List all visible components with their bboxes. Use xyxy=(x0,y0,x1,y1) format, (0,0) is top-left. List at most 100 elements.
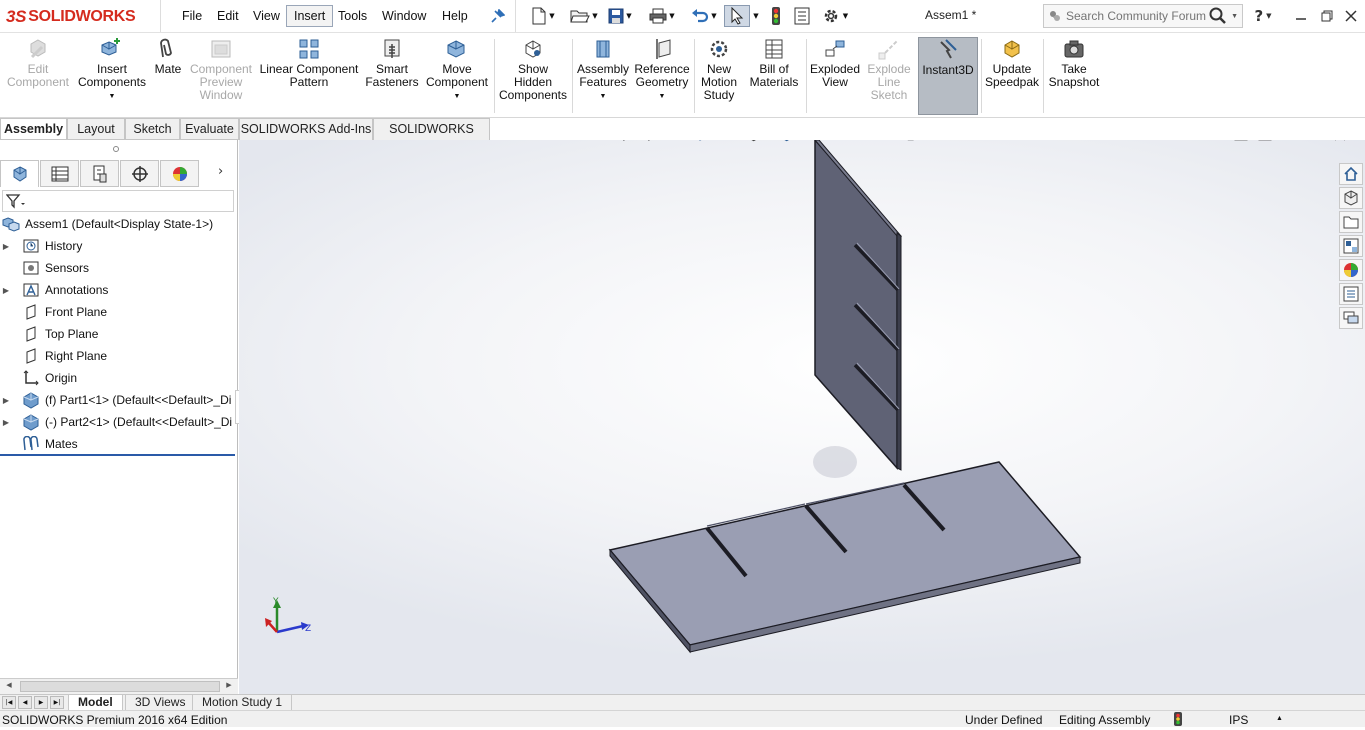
view-palette-icon[interactable] xyxy=(1339,235,1363,257)
tree-horizontal-scrollbar[interactable]: ◀ ▶ xyxy=(0,678,238,694)
menu-edit[interactable]: Edit xyxy=(210,5,246,27)
help-icon[interactable]: ? ▼ xyxy=(1252,6,1274,26)
menu-help[interactable]: Help xyxy=(435,5,475,27)
base-plate-part[interactable] xyxy=(608,461,1082,654)
pin-icon[interactable] xyxy=(488,5,508,27)
tab-solidworks-addins[interactable]: SOLIDWORKS Add-Ins xyxy=(239,118,373,140)
tree-item-history[interactable]: ▶ History xyxy=(0,235,238,257)
zoom-to-area-icon[interactable] xyxy=(645,140,667,143)
solidworks-logo[interactable]: 3S SOLIDWORKS xyxy=(6,6,136,28)
save-icon[interactable]: ▼ xyxy=(607,5,633,27)
search-dropdown[interactable]: ▼ xyxy=(1231,13,1238,20)
rebuild-icon[interactable] xyxy=(766,5,786,27)
insert-components-dropdown[interactable]: ▼ xyxy=(109,90,116,103)
new-motion-study-button[interactable]: New Motion Study xyxy=(698,37,740,115)
tab-model[interactable]: Model xyxy=(68,695,123,711)
filter-box[interactable] xyxy=(2,190,234,212)
expand-arrow-icon[interactable]: ▶ xyxy=(0,396,12,405)
tab-sketch[interactable]: Sketch xyxy=(125,118,180,140)
vertical-plate-part[interactable] xyxy=(814,140,903,471)
tree-item-right-plane[interactable]: Right Plane xyxy=(0,345,238,367)
insert-components-button[interactable]: Insert Components ▼ xyxy=(76,37,148,115)
tab-property-manager[interactable] xyxy=(40,160,79,187)
viewport-prev-icon[interactable] xyxy=(1234,140,1248,144)
first-tab-icon[interactable]: |◀ xyxy=(2,696,16,709)
select-dropdown[interactable]: ▼ xyxy=(751,5,761,27)
next-tab-icon[interactable]: ▶ xyxy=(34,696,48,709)
menu-tools[interactable]: Tools xyxy=(331,5,374,27)
tab-motion-study-1[interactable]: Motion Study 1 xyxy=(192,695,293,711)
zoom-to-fit-icon[interactable] xyxy=(620,140,642,143)
section-view-icon[interactable] xyxy=(695,140,717,143)
file-explorer-icon[interactable] xyxy=(1339,211,1363,233)
tree-item-mates[interactable]: Mates xyxy=(0,433,238,455)
view-settings-icon[interactable]: ▼ xyxy=(902,140,924,143)
tab-configuration-manager[interactable] xyxy=(80,160,119,187)
options-icon[interactable]: ▼ xyxy=(817,5,853,27)
menu-view[interactable]: View xyxy=(246,5,287,27)
tree-item-top-plane[interactable]: Top Plane xyxy=(0,323,238,345)
exploded-view-button[interactable]: Exploded View xyxy=(808,37,862,115)
tab-evaluate[interactable]: Evaluate xyxy=(180,118,239,140)
undo-icon[interactable]: ▼ xyxy=(686,5,722,27)
tab-3d-views[interactable]: 3D Views xyxy=(125,695,196,711)
custom-properties-icon[interactable] xyxy=(1339,283,1363,305)
show-hidden-components-button[interactable]: Show Hidden Components xyxy=(498,37,568,115)
smart-fasteners-button[interactable]: Smart Fasteners xyxy=(364,37,420,115)
move-component-button[interactable]: Move Component ▼ xyxy=(424,37,490,115)
assembly-features-button[interactable]: Assembly Features ▼ xyxy=(576,37,630,115)
reference-geometry-dropdown[interactable]: ▼ xyxy=(659,90,666,103)
solidworks-resources-icon[interactable] xyxy=(1339,163,1363,185)
file-properties-icon[interactable] xyxy=(792,5,812,27)
tree-item-part2[interactable]: ▶ (-) Part2<1> (Default<<Default>_Di xyxy=(0,411,238,433)
tab-feature-tree[interactable] xyxy=(0,160,39,187)
appearances-icon[interactable] xyxy=(1339,259,1363,281)
open-icon[interactable]: ▼ xyxy=(566,5,602,27)
edit-appearance-icon[interactable] xyxy=(844,140,866,143)
instant3d-button[interactable]: Instant3D xyxy=(918,37,978,115)
reference-geometry-button[interactable]: Reference Geometry ▼ xyxy=(632,37,692,115)
filter-icon[interactable] xyxy=(6,193,26,209)
view-orientation-icon[interactable]: ▼ xyxy=(745,140,767,143)
expand-arrow-icon[interactable]: ▶ xyxy=(0,418,12,427)
linear-component-pattern-button[interactable]: Linear Component Pattern xyxy=(258,37,360,115)
menu-file[interactable]: File xyxy=(175,5,209,27)
print-icon[interactable]: ▼ xyxy=(647,5,677,27)
restore-window-icon[interactable] xyxy=(1316,6,1338,26)
scroll-left-icon[interactable]: ◀ xyxy=(2,681,16,692)
tree-root-assembly[interactable]: Assem1 (Default<Display State-1>) xyxy=(2,213,240,235)
viewport-next-icon[interactable] xyxy=(1258,140,1272,144)
tab-assembly[interactable]: Assembly xyxy=(0,118,67,140)
display-style-icon[interactable]: ▼ xyxy=(778,140,800,143)
tab-display-manager[interactable] xyxy=(160,160,199,187)
tab-layout[interactable]: Layout xyxy=(67,118,125,140)
tab-solidworks-mbd[interactable]: SOLIDWORKS MBD xyxy=(373,118,490,157)
scrollbar-thumb[interactable] xyxy=(20,681,220,692)
scroll-right-icon[interactable]: ▶ xyxy=(222,681,236,692)
viewport-minimize-icon[interactable] xyxy=(1290,140,1302,144)
hide-show-items-icon[interactable]: ▼ xyxy=(811,140,833,143)
menu-insert[interactable]: Insert xyxy=(286,5,334,27)
tab-dimxpert-manager[interactable] xyxy=(120,160,159,187)
viewport-restore-icon[interactable] xyxy=(1312,140,1324,144)
search-box[interactable]: ▼ xyxy=(1043,4,1243,28)
graphics-area[interactable]: Y Z ▼ ▼ ▼ ▼ ▼ xyxy=(239,140,1365,694)
assembly-model[interactable]: Y Z xyxy=(239,140,1365,694)
update-speedpak-button[interactable]: Update Speedpak xyxy=(984,37,1040,115)
minimize-window-icon[interactable] xyxy=(1290,6,1312,26)
menu-window[interactable]: Window xyxy=(375,5,433,27)
last-tab-icon[interactable]: ▶| xyxy=(50,696,64,709)
tree-item-sensors[interactable]: Sensors xyxy=(0,257,238,279)
new-document-icon[interactable]: ▼ xyxy=(530,5,556,27)
edit-component-button[interactable]: Edit Component xyxy=(6,37,70,115)
design-library-icon[interactable] xyxy=(1339,187,1363,209)
status-units[interactable]: IPS xyxy=(1229,713,1248,727)
move-component-dropdown[interactable]: ▼ xyxy=(454,90,461,103)
take-snapshot-button[interactable]: Take Snapshot xyxy=(1046,37,1102,115)
tree-item-origin[interactable]: Origin xyxy=(0,367,238,389)
select-icon[interactable] xyxy=(724,5,750,27)
close-window-icon[interactable] xyxy=(1340,6,1362,26)
units-dropdown-icon[interactable]: ▲ xyxy=(1276,715,1283,722)
rebuild-status-icon[interactable] xyxy=(1173,711,1183,730)
tree-item-part1[interactable]: ▶ (f) Part1<1> (Default<<Default>_Di xyxy=(0,389,238,411)
